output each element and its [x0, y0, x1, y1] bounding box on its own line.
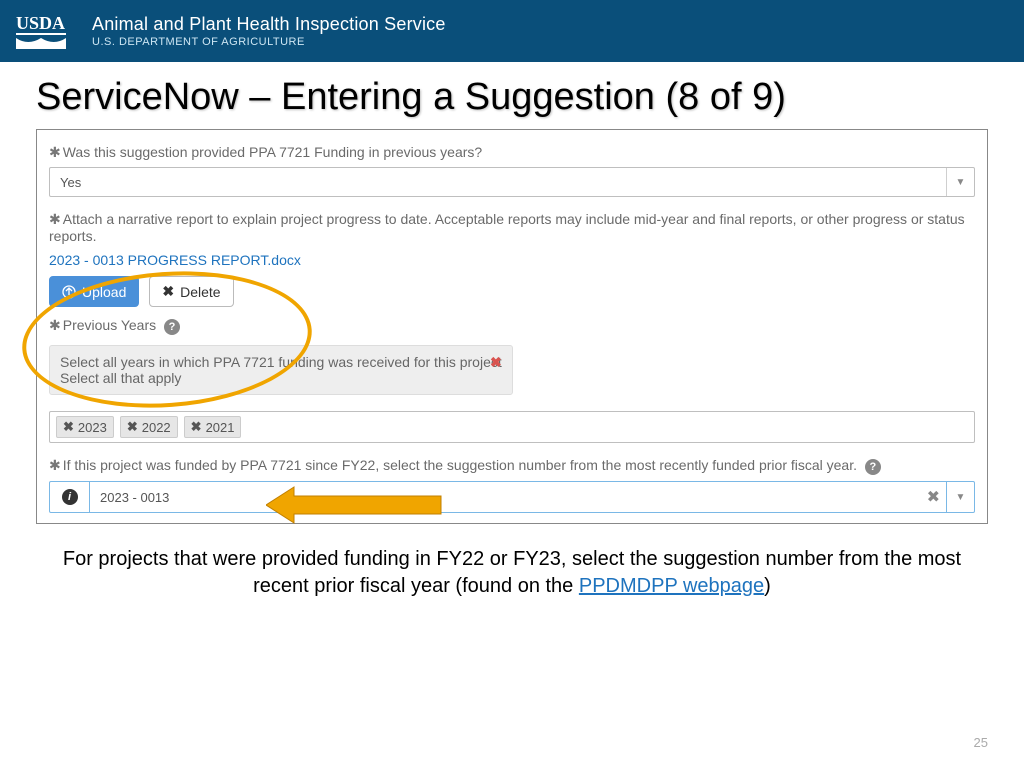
ppdmdpp-link[interactable]: PPDMDPP webpage: [579, 575, 764, 597]
dept-name: U.S. DEPARTMENT OF AGRICULTURE: [92, 36, 446, 48]
label-prev-years: ✱Previous Years ?: [49, 317, 975, 335]
chevron-down-icon[interactable]: ▼: [946, 168, 974, 196]
info-cell[interactable]: i: [50, 482, 90, 512]
select-suggestion[interactable]: i 2023 - 0013 ✖ ▼: [49, 481, 975, 513]
year-chip[interactable]: ✖2022: [120, 416, 178, 438]
close-icon[interactable]: ✖: [490, 354, 502, 371]
label-suggestion: ✱If this project was funded by PPA 7721 …: [49, 457, 975, 475]
prev-years-instructions: Select all years in which PPA 7721 fundi…: [49, 345, 513, 395]
close-icon[interactable]: ✖: [191, 419, 202, 435]
select-funding[interactable]: Yes ▼: [49, 167, 975, 197]
upload-icon: [62, 285, 76, 299]
page-number: 25: [974, 735, 988, 750]
prev-years-line1: Select all years in which PPA 7721 fundi…: [60, 354, 502, 370]
delete-button-label: Delete: [180, 284, 220, 300]
usda-header: USDA Animal and Plant Health Inspection …: [0, 0, 1024, 62]
year-chip[interactable]: ✖2021: [184, 416, 242, 438]
label-funding: ✱Was this suggestion provided PPA 7721 F…: [49, 144, 975, 161]
attached-file-link[interactable]: 2023 - 0013 PROGRESS REPORT.docx: [49, 252, 301, 268]
slide-title: ServiceNow – Entering a Suggestion (8 of…: [0, 62, 1024, 129]
help-icon[interactable]: ?: [164, 319, 180, 335]
chevron-down-icon[interactable]: ▼: [946, 482, 974, 512]
info-icon: i: [62, 489, 78, 505]
label-attach: ✱Attach a narrative report to explain pr…: [49, 211, 975, 244]
slide-caption: For projects that were provided funding …: [0, 524, 1024, 600]
close-icon[interactable]: ✖: [127, 419, 138, 435]
select-funding-value: Yes: [60, 175, 81, 190]
close-icon[interactable]: ✖: [63, 419, 74, 435]
header-text: Animal and Plant Health Inspection Servi…: [92, 14, 446, 48]
close-icon: ✖: [162, 283, 174, 300]
upload-button-label: Upload: [82, 284, 126, 300]
clear-icon[interactable]: ✖: [927, 487, 940, 507]
svg-text:USDA: USDA: [16, 13, 65, 33]
prev-years-chipbox[interactable]: ✖2023 ✖2022 ✖2021: [49, 411, 975, 443]
upload-button[interactable]: Upload: [49, 276, 139, 307]
select-suggestion-value: 2023 - 0013: [90, 490, 927, 505]
agency-name: Animal and Plant Health Inspection Servi…: [92, 14, 446, 35]
prev-years-line2: Select all that apply: [60, 370, 502, 386]
help-icon[interactable]: ?: [865, 459, 881, 475]
form-panel: ✱Was this suggestion provided PPA 7721 F…: [36, 129, 988, 524]
year-chip[interactable]: ✖2023: [56, 416, 114, 438]
usda-logo: USDA: [16, 11, 78, 51]
delete-button[interactable]: ✖ Delete: [149, 276, 233, 307]
